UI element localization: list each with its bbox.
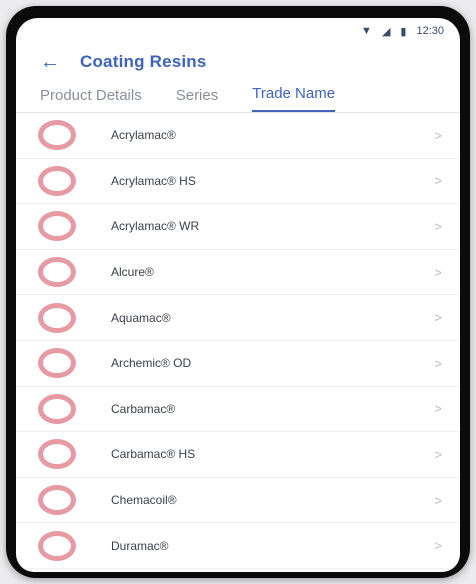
list-item[interactable]: Archemic® OD > [16,341,460,387]
list-item[interactable]: Acrylamac® WR > [16,204,460,250]
list-item-label: Acrylamac® HS [111,173,196,188]
chevron-right-icon: > [434,355,442,371]
list-item-label: Acrylamac® WR [111,219,200,234]
product-ring-icon [38,485,76,516]
product-ring-icon [38,120,76,151]
product-ring-icon [38,257,76,288]
chevron-right-icon: > [434,446,442,462]
signal-icon: ◢ [381,25,391,38]
product-ring-icon [38,348,76,379]
list-item-label: Carbamac® [111,401,176,416]
chevron-right-icon: > [434,401,442,417]
status-bar: ▼ ◢ ▮ 12:30 [16,18,460,44]
list-item-label: Duramac® [111,538,169,553]
tab-trade-name[interactable]: Trade Name [252,85,336,112]
list-item[interactable]: Alcure® > [16,250,460,296]
battery-icon: ▮ [400,25,407,38]
phone-frame: ▼ ◢ ▮ 12:30 ← Coating Resins Product Det… [6,6,470,578]
chevron-right-icon: > [434,173,442,189]
tab-series[interactable]: Series [176,87,219,112]
list-item-label: Acrylamac® [111,128,176,143]
list-item[interactable]: Carbamac® > [16,387,460,433]
list-item[interactable]: Acrylamac® HS > [16,159,460,205]
product-ring-icon [38,165,76,196]
chevron-right-icon: > [434,264,442,280]
product-ring-icon [38,211,76,242]
list-item[interactable]: Duramac® > [16,523,460,569]
list-item-label: Aquamac® [111,310,171,325]
list-item[interactable]: Aquamac® > [16,295,460,341]
tab-product-details[interactable]: Product Details [40,87,142,112]
chevron-right-icon: > [434,218,442,234]
list-item-label: Chemacoil® [111,493,177,508]
page-title: Coating Resins [80,52,207,71]
list-item-label: Archemic® OD [111,356,192,371]
tab-bar: Product Details Series Trade Name [16,80,460,113]
product-ring-icon [38,393,76,424]
list-item[interactable]: Chemacoil® > [16,478,460,524]
chevron-right-icon: > [434,492,442,508]
status-time: 12:30 [416,25,444,37]
product-ring-icon [38,530,76,561]
app-screen: ▼ ◢ ▮ 12:30 ← Coating Resins Product Det… [16,18,460,572]
back-arrow-icon[interactable]: ← [40,51,80,74]
product-ring-icon [38,439,76,470]
product-ring-icon [38,302,76,333]
trade-name-list: Acrylamac® > Acrylamac® HS > Acrylamac® … [16,113,460,569]
chevron-right-icon: > [434,538,442,554]
list-item-label: Alcure® [111,265,154,280]
wifi-icon: ▼ [361,25,372,37]
list-item[interactable]: Acrylamac® > [16,113,460,159]
list-item[interactable]: Carbamac® HS > [16,432,460,478]
chevron-right-icon: > [434,310,442,326]
chevron-right-icon: > [434,127,442,143]
list-item-label: Carbamac® HS [111,447,196,462]
app-bar: ← Coating Resins [16,44,460,80]
